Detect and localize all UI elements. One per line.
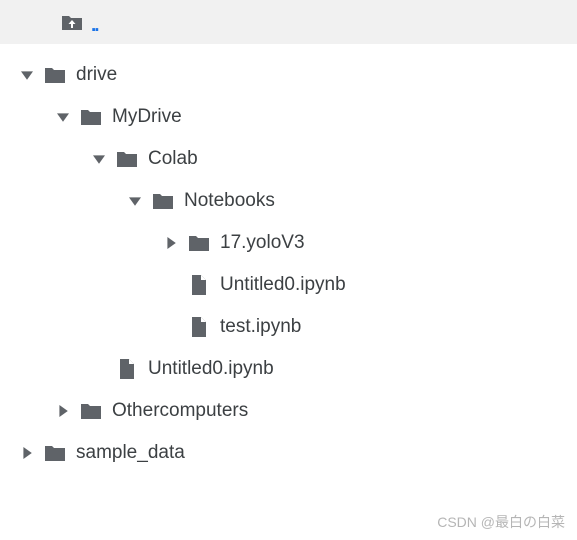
parent-dir-link[interactable]: .. bbox=[91, 15, 98, 37]
upload-icon[interactable] bbox=[60, 12, 84, 32]
file-tree: drive MyDrive Colab Notebooks 17.yoloV3 … bbox=[0, 50, 577, 474]
chevron-down-icon[interactable] bbox=[124, 190, 146, 212]
upload-bar: .. bbox=[0, 0, 577, 44]
tree-item-untitled0-1[interactable]: Untitled0.ipynb bbox=[0, 264, 577, 306]
tree-item-label: MyDrive bbox=[112, 106, 182, 128]
tree-item-label: Colab bbox=[148, 148, 198, 170]
file-icon bbox=[186, 316, 212, 338]
tree-item-drive[interactable]: drive bbox=[0, 54, 577, 96]
tree-item-label: Othercomputers bbox=[112, 400, 248, 422]
chevron-down-icon[interactable] bbox=[16, 64, 38, 86]
chevron-right-icon[interactable] bbox=[52, 400, 74, 422]
tree-item-test[interactable]: test.ipynb bbox=[0, 306, 577, 348]
tree-item-label: Notebooks bbox=[184, 190, 275, 212]
chevron-right-icon[interactable] bbox=[160, 232, 182, 254]
tree-item-sampledata[interactable]: sample_data bbox=[0, 432, 577, 474]
tree-item-mydrive[interactable]: MyDrive bbox=[0, 96, 577, 138]
tree-item-label: Untitled0.ipynb bbox=[220, 274, 346, 296]
tree-item-label: 17.yoloV3 bbox=[220, 232, 305, 254]
tree-item-untitled0-2[interactable]: Untitled0.ipynb bbox=[0, 348, 577, 390]
tree-item-label: drive bbox=[76, 64, 117, 86]
tree-item-17yolov3[interactable]: 17.yoloV3 bbox=[0, 222, 577, 264]
folder-icon bbox=[78, 400, 104, 422]
file-icon bbox=[114, 358, 140, 380]
file-icon bbox=[186, 274, 212, 296]
tree-item-notebooks[interactable]: Notebooks bbox=[0, 180, 577, 222]
watermark-text: CSDN @最白の白菜 bbox=[437, 512, 565, 532]
chevron-right-icon[interactable] bbox=[16, 442, 38, 464]
folder-icon bbox=[78, 106, 104, 128]
folder-icon bbox=[114, 148, 140, 170]
chevron-down-icon[interactable] bbox=[88, 148, 110, 170]
chevron-down-icon[interactable] bbox=[52, 106, 74, 128]
folder-icon bbox=[42, 442, 68, 464]
folder-icon bbox=[186, 232, 212, 254]
tree-item-label: sample_data bbox=[76, 442, 185, 464]
tree-item-label: Untitled0.ipynb bbox=[148, 358, 274, 380]
folder-icon bbox=[150, 190, 176, 212]
tree-item-label: test.ipynb bbox=[220, 316, 301, 338]
folder-icon bbox=[42, 64, 68, 86]
tree-item-othercomputers[interactable]: Othercomputers bbox=[0, 390, 577, 432]
tree-item-colab[interactable]: Colab bbox=[0, 138, 577, 180]
